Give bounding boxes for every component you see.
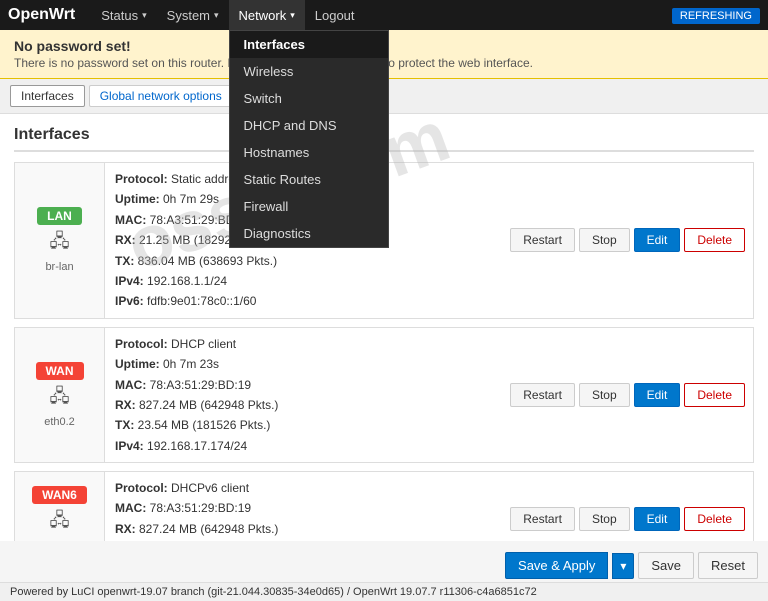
wan-stop-button[interactable]: Stop (579, 383, 630, 407)
chevron-down-icon: ▾ (214, 10, 219, 21)
wan-actions: Restart Stop Edit Delete (502, 328, 753, 462)
wan6-subname: eth0.2 (44, 540, 75, 541)
wan6-restart-button[interactable]: Restart (510, 507, 575, 531)
chevron-down-icon: ▾ (290, 10, 295, 21)
wan6-badge: WAN6 (32, 486, 87, 504)
network-icon: 🖧 (49, 384, 69, 414)
wan6-edit-button[interactable]: Edit (634, 507, 681, 531)
network-icon: 🖧 (49, 229, 69, 259)
dropdown-item-interfaces[interactable]: Interfaces (230, 31, 388, 58)
refresh-button[interactable]: REFRESHING (672, 8, 760, 24)
bottom-bar: Save & Apply ▾ Save Reset (505, 552, 758, 579)
navbar: OpenWrt Status ▾ System ▾ Network ▾ Inte… (0, 0, 768, 30)
wan-subname: eth0.2 (44, 416, 75, 428)
network-dropdown: Interfaces Wireless Switch DHCP and DNS … (229, 30, 389, 248)
save-apply-button[interactable]: Save & Apply (505, 552, 608, 579)
dropdown-item-hostnames[interactable]: Hostnames (230, 139, 388, 166)
lan-restart-button[interactable]: Restart (510, 228, 575, 252)
iface-badge-col-wan: WAN 🖧 eth0.2 (15, 328, 105, 462)
table-row: WAN6 🖧 eth0.2 Protocol: DHCPv6 client MA… (14, 471, 754, 541)
dropdown-item-dhcp-dns[interactable]: DHCP and DNS (230, 112, 388, 139)
lan-edit-button[interactable]: Edit (634, 228, 681, 252)
footer-text: Powered by LuCI openwrt-19.07 branch (gi… (10, 586, 537, 598)
lan-subname: br-lan (45, 261, 73, 273)
lan-action-row: Restart Stop Edit Delete (510, 228, 745, 252)
lan-actions: Restart Stop Edit Delete (502, 163, 753, 318)
tab-interfaces[interactable]: Interfaces (10, 85, 85, 107)
wan6-stop-button[interactable]: Stop (579, 507, 630, 531)
nav-status[interactable]: Status ▾ (91, 0, 156, 30)
wan-action-row: Restart Stop Edit Delete (510, 383, 745, 407)
wan6-info: Protocol: DHCPv6 client MAC: 78:A3:51:29… (105, 472, 502, 541)
nav-logout[interactable]: Logout (305, 0, 365, 30)
tab-global-network[interactable]: Global network options (89, 85, 233, 107)
wan-badge: WAN (36, 362, 84, 380)
nav-network[interactable]: Network ▾ Interfaces Wireless Switch DHC… (229, 0, 305, 30)
wan-delete-button[interactable]: Delete (684, 383, 745, 407)
wan-edit-button[interactable]: Edit (634, 383, 681, 407)
wan-restart-button[interactable]: Restart (510, 383, 575, 407)
dropdown-item-diagnostics[interactable]: Diagnostics (230, 220, 388, 247)
network-icon: 🖧 (49, 508, 69, 538)
wan6-actions: Restart Stop Edit Delete (502, 472, 753, 541)
nav-system[interactable]: System ▾ (157, 0, 229, 30)
reset-button[interactable]: Reset (698, 552, 758, 579)
lan-badge: LAN (37, 207, 82, 225)
dropdown-item-switch[interactable]: Switch (230, 85, 388, 112)
wan6-action-row: Restart Stop Edit Delete (510, 507, 745, 531)
dropdown-item-static-routes[interactable]: Static Routes (230, 166, 388, 193)
iface-badge-col-lan: LAN 🖧 br-lan (15, 163, 105, 318)
lan-stop-button[interactable]: Stop (579, 228, 630, 252)
dropdown-item-wireless[interactable]: Wireless (230, 58, 388, 85)
nav-right: REFRESHING (672, 7, 760, 24)
chevron-down-icon: ▾ (142, 10, 147, 21)
save-button[interactable]: Save (638, 552, 694, 579)
wan6-delete-button[interactable]: Delete (684, 507, 745, 531)
footer: Powered by LuCI openwrt-19.07 branch (gi… (0, 582, 768, 601)
save-apply-dropdown-button[interactable]: ▾ (612, 553, 634, 579)
wan-info: Protocol: DHCP client Uptime: 0h 7m 23s … (105, 328, 502, 462)
nav-items: Status ▾ System ▾ Network ▾ Interfaces W… (91, 0, 672, 30)
iface-badge-col-wan6: WAN6 🖧 eth0.2 (15, 472, 105, 541)
lan-delete-button[interactable]: Delete (684, 228, 745, 252)
table-row: WAN 🖧 eth0.2 Protocol: DHCP client Uptim… (14, 327, 754, 463)
dropdown-item-firewall[interactable]: Firewall (230, 193, 388, 220)
brand: OpenWrt (8, 6, 75, 24)
